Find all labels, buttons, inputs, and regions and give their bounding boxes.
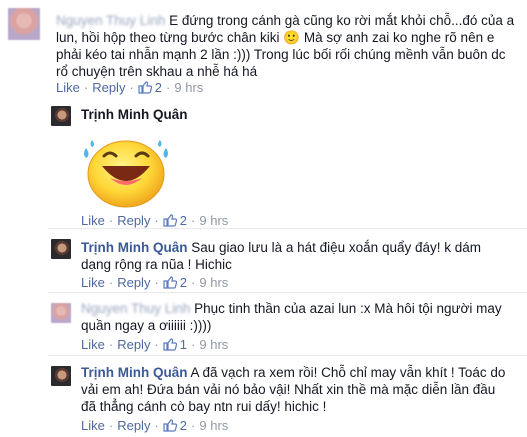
like-button[interactable]: Like bbox=[56, 80, 80, 95]
like-button[interactable]: Like bbox=[81, 337, 105, 352]
reply-button[interactable]: Reply bbox=[117, 337, 150, 352]
comment-text: Trịnh Minh Quân A đã vạch ra xem rồi! Ch… bbox=[81, 364, 506, 415]
timestamp[interactable]: 9 hrs bbox=[199, 213, 228, 228]
avatar[interactable] bbox=[51, 239, 71, 259]
laughing-face-sticker bbox=[80, 134, 172, 213]
timestamp[interactable]: 9 hrs bbox=[174, 80, 203, 95]
author-name[interactable]: Nguyen Thuy Linh bbox=[56, 13, 165, 28]
like-count[interactable]: 2 bbox=[180, 275, 187, 290]
like-button[interactable]: Like bbox=[81, 275, 105, 290]
like-count[interactable]: 2 bbox=[155, 80, 162, 95]
reply-button[interactable]: Reply bbox=[117, 213, 150, 228]
like-count[interactable]: 2 bbox=[180, 213, 187, 228]
author-name[interactable]: Trịnh Minh Quân bbox=[81, 240, 188, 255]
thumbs-up-icon[interactable] bbox=[138, 81, 152, 94]
comment-actions: Like · Reply · 2 · 9 hrs bbox=[81, 213, 229, 228]
author-name[interactable]: Trịnh Minh Quân bbox=[81, 106, 188, 123]
avatar[interactable] bbox=[51, 106, 71, 126]
reply-button[interactable]: Reply bbox=[92, 80, 125, 95]
timestamp[interactable]: 9 hrs bbox=[199, 418, 228, 433]
comment-actions: Like · Reply · 2 · 9 hrs bbox=[81, 418, 229, 433]
timestamp[interactable]: 9 hrs bbox=[199, 337, 228, 352]
like-button[interactable]: Like bbox=[81, 213, 105, 228]
comment-text: Nguyen Thuy Linh E đứng trong cánh gà cũ… bbox=[56, 12, 518, 80]
avatar[interactable] bbox=[51, 303, 71, 323]
avatar[interactable] bbox=[51, 366, 71, 386]
comment-actions: Like · Reply · 1 · 9 hrs bbox=[81, 337, 229, 352]
reply-2: Trịnh Minh Quân Sau giao lưu là a hát đi… bbox=[0, 229, 527, 292]
avatar[interactable] bbox=[8, 8, 40, 40]
comment-text: Trịnh Minh Quân Sau giao lưu là a hát đi… bbox=[81, 239, 506, 273]
reply-button[interactable]: Reply bbox=[117, 275, 150, 290]
reply-1: Trịnh Minh Quân Like · Reply · 2 · 9 hrs bbox=[0, 100, 527, 228]
author-name[interactable]: Trịnh Minh Quân bbox=[81, 365, 188, 380]
comment-text: Nguyen Thuy Linh Phục tinh thần của azai… bbox=[81, 300, 506, 334]
author-name[interactable]: Nguyen Thuy Linh bbox=[81, 301, 190, 316]
like-count[interactable]: 2 bbox=[180, 418, 187, 433]
reply-3: Nguyen Thuy Linh Phục tinh thần của azai… bbox=[0, 293, 527, 355]
comment-actions: Like · Reply · 2 · 9 hrs bbox=[56, 80, 204, 95]
comment-actions: Like · Reply · 2 · 9 hrs bbox=[81, 275, 229, 290]
thumbs-up-icon[interactable] bbox=[163, 276, 177, 289]
thumbs-up-icon[interactable] bbox=[163, 419, 177, 432]
timestamp[interactable]: 9 hrs bbox=[199, 275, 228, 290]
like-button[interactable]: Like bbox=[81, 418, 105, 433]
like-count[interactable]: 1 bbox=[180, 337, 187, 352]
comment-1: Nguyen Thuy Linh E đứng trong cánh gà cũ… bbox=[0, 0, 527, 100]
reply-4: Trịnh Minh Quân A đã vạch ra xem rồi! Ch… bbox=[0, 356, 527, 437]
reply-button[interactable]: Reply bbox=[117, 418, 150, 433]
thumbs-up-icon[interactable] bbox=[163, 214, 177, 227]
thumbs-up-icon[interactable] bbox=[163, 338, 177, 351]
